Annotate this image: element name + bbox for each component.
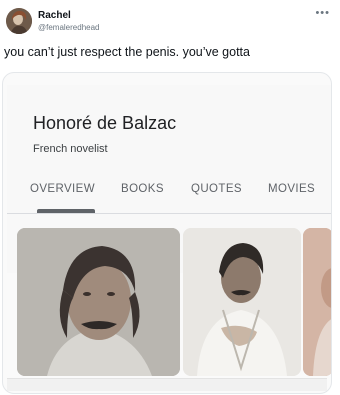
author-name[interactable]: Rachel <box>38 10 71 21</box>
entity-tabs: OVERVIEW BOOKS QUOTES MOVIES <box>7 183 331 209</box>
tweet-header: Rachel @femaleredhead ••• <box>0 0 340 44</box>
tab-quotes[interactable]: QUOTES <box>191 183 242 195</box>
portrait-image <box>303 228 331 376</box>
avatar[interactable] <box>6 8 32 34</box>
avatar-image <box>6 8 32 34</box>
portrait-photo[interactable] <box>303 228 331 376</box>
more-horizontal-icon[interactable]: ••• <box>315 8 330 19</box>
card-footer <box>7 378 327 391</box>
entity-title: Honoré de Balzac <box>33 113 177 133</box>
portrait-image <box>183 228 301 376</box>
tab-divider <box>7 213 331 214</box>
portrait-image <box>17 228 180 376</box>
tab-movies[interactable]: MOVIES <box>268 183 315 195</box>
tab-books[interactable]: BOOKS <box>121 183 164 195</box>
portrait-photo[interactable] <box>183 228 301 376</box>
tweet-text: you can’t just respect the penis. you’ve… <box>4 45 250 59</box>
knowledge-panel: Honoré de Balzac French novelist OVERVIE… <box>7 85 331 376</box>
knowledge-card-image[interactable]: Honoré de Balzac French novelist OVERVIE… <box>2 72 332 394</box>
portrait-photo[interactable] <box>17 228 180 376</box>
entity-subtitle: French novelist <box>33 143 108 155</box>
author-handle[interactable]: @femaleredhead <box>38 23 100 32</box>
tab-overview[interactable]: OVERVIEW <box>30 183 95 195</box>
